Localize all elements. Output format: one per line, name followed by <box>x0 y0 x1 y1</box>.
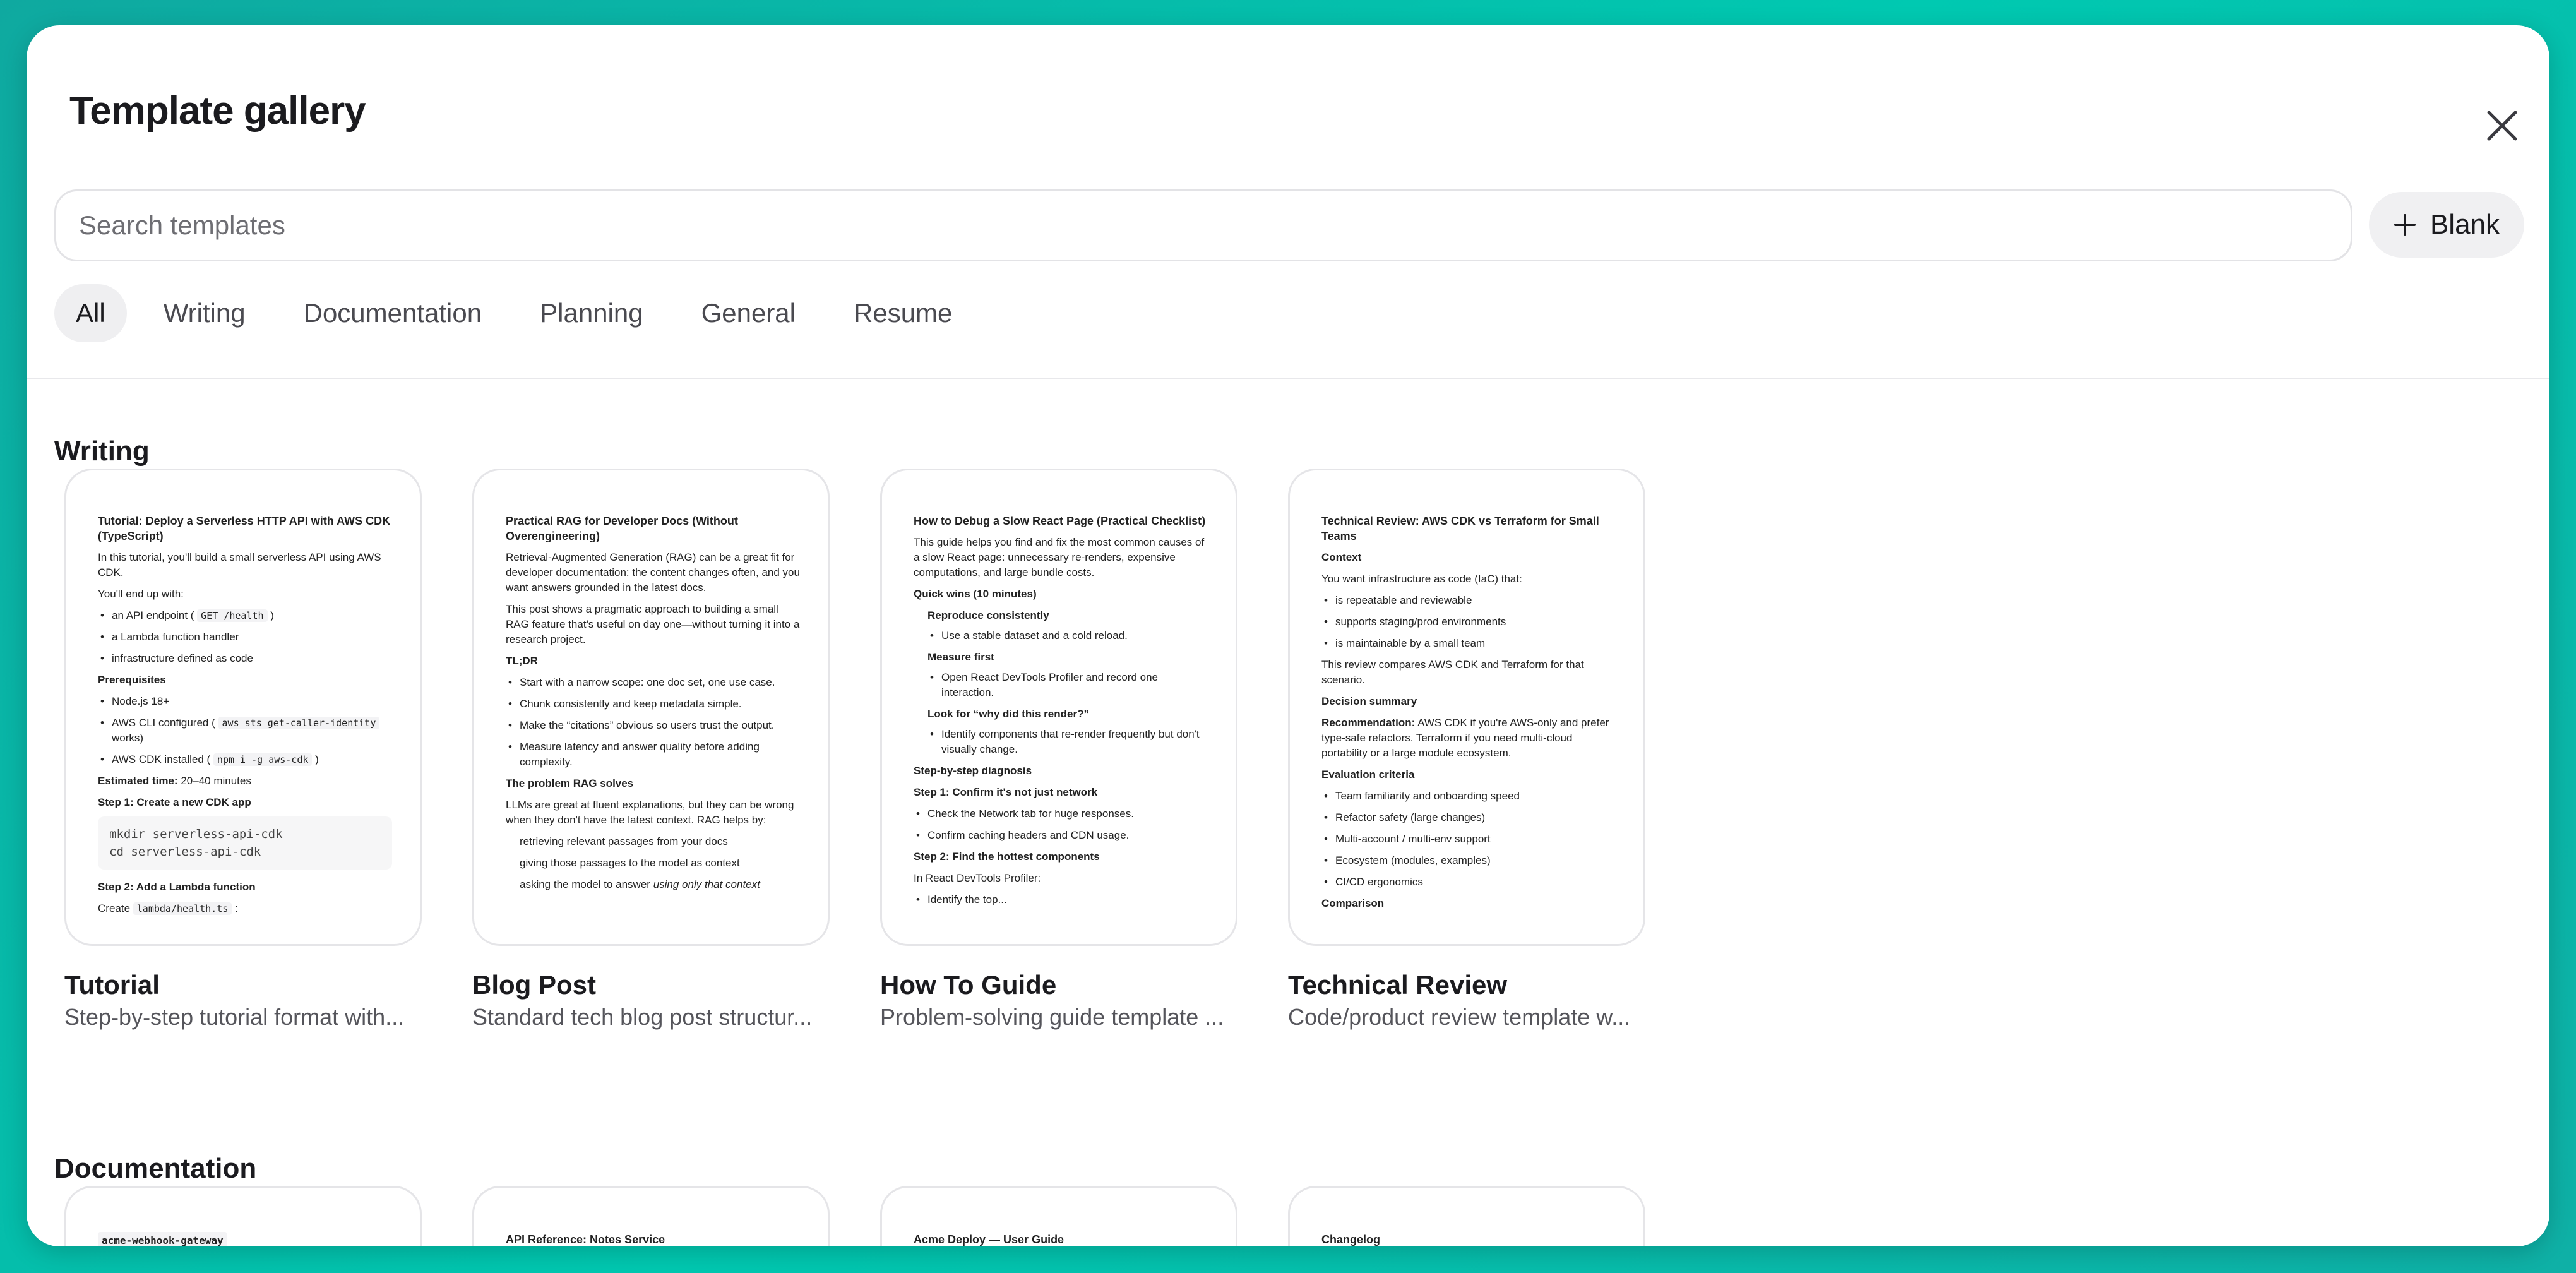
tab-general[interactable]: General <box>680 284 817 342</box>
blank-button-label: Blank <box>2430 209 2500 240</box>
section-title-documentation: Documentation <box>54 1153 257 1184</box>
template-preview[interactable]: Tutorial: Deploy a Serverless HTTP API w… <box>64 469 422 946</box>
template-name: Technical Review <box>1288 970 1508 1000</box>
template-description: Standard tech blog post structur... <box>472 1004 813 1030</box>
template-gallery-modal: Template gallery Blank All Writing Docum… <box>27 25 2549 1246</box>
tab-documentation[interactable]: Documentation <box>282 284 504 342</box>
template-card-doc-2[interactable]: API Reference: Notes Service <box>472 1186 830 1246</box>
template-card-doc-3[interactable]: Acme Deploy — User Guide <box>880 1186 1237 1246</box>
search-input[interactable] <box>54 189 2352 261</box>
close-icon <box>2487 111 2517 141</box>
template-preview[interactable]: acme-webhook-gateway <box>64 1186 422 1246</box>
close-button[interactable] <box>2467 91 2537 160</box>
template-preview[interactable]: Technical Review: AWS CDK vs Terraform f… <box>1288 469 1645 946</box>
template-preview[interactable]: API Reference: Notes Service <box>472 1186 830 1246</box>
plus-icon <box>2394 214 2416 236</box>
tab-planning[interactable]: Planning <box>518 284 664 342</box>
preview-document: Technical Review: AWS CDK vs Terraform f… <box>1321 513 1616 911</box>
template-card-tutorial[interactable]: Tutorial: Deploy a Serverless HTTP API w… <box>64 469 422 1031</box>
template-name: Blog Post <box>472 970 596 1000</box>
template-description: Problem-solving guide template ... <box>880 1004 1224 1030</box>
template-preview[interactable]: Changelog <box>1288 1186 1645 1246</box>
category-tabs: All Writing Documentation Planning Gener… <box>54 284 989 342</box>
template-name: How To Guide <box>880 970 1057 1000</box>
tab-all[interactable]: All <box>54 284 127 342</box>
template-card-doc-4[interactable]: Changelog <box>1288 1186 1645 1246</box>
preview-document: Practical RAG for Developer Docs (Withou… <box>506 513 800 892</box>
template-name: Tutorial <box>64 970 160 1000</box>
header-divider <box>27 378 2549 379</box>
page-title: Template gallery <box>69 89 366 133</box>
template-card-blog-post[interactable]: Practical RAG for Developer Docs (Withou… <box>472 469 830 1031</box>
template-card-how-to-guide[interactable]: How to Debug a Slow React Page (Practica… <box>880 469 1237 1031</box>
template-preview[interactable]: Acme Deploy — User Guide <box>880 1186 1237 1246</box>
template-card-technical-review[interactable]: Technical Review: AWS CDK vs Terraform f… <box>1288 469 1645 1031</box>
blank-button[interactable]: Blank <box>2369 192 2524 258</box>
preview-document: How to Debug a Slow React Page (Practica… <box>914 513 1208 907</box>
tab-writing[interactable]: Writing <box>142 284 267 342</box>
template-card-doc-1[interactable]: acme-webhook-gateway <box>64 1186 422 1246</box>
tab-resume[interactable]: Resume <box>832 284 974 342</box>
template-description: Step-by-step tutorial format with... <box>64 1004 405 1030</box>
template-preview[interactable]: How to Debug a Slow React Page (Practica… <box>880 469 1237 946</box>
template-description: Code/product review template w... <box>1288 1004 1631 1030</box>
preview-document: Tutorial: Deploy a Serverless HTTP API w… <box>98 513 392 916</box>
section-title-writing: Writing <box>54 436 150 467</box>
template-preview[interactable]: Practical RAG for Developer Docs (Withou… <box>472 469 830 946</box>
code-block: mkdir serverless-api-cdk cd serverless-a… <box>98 816 392 870</box>
